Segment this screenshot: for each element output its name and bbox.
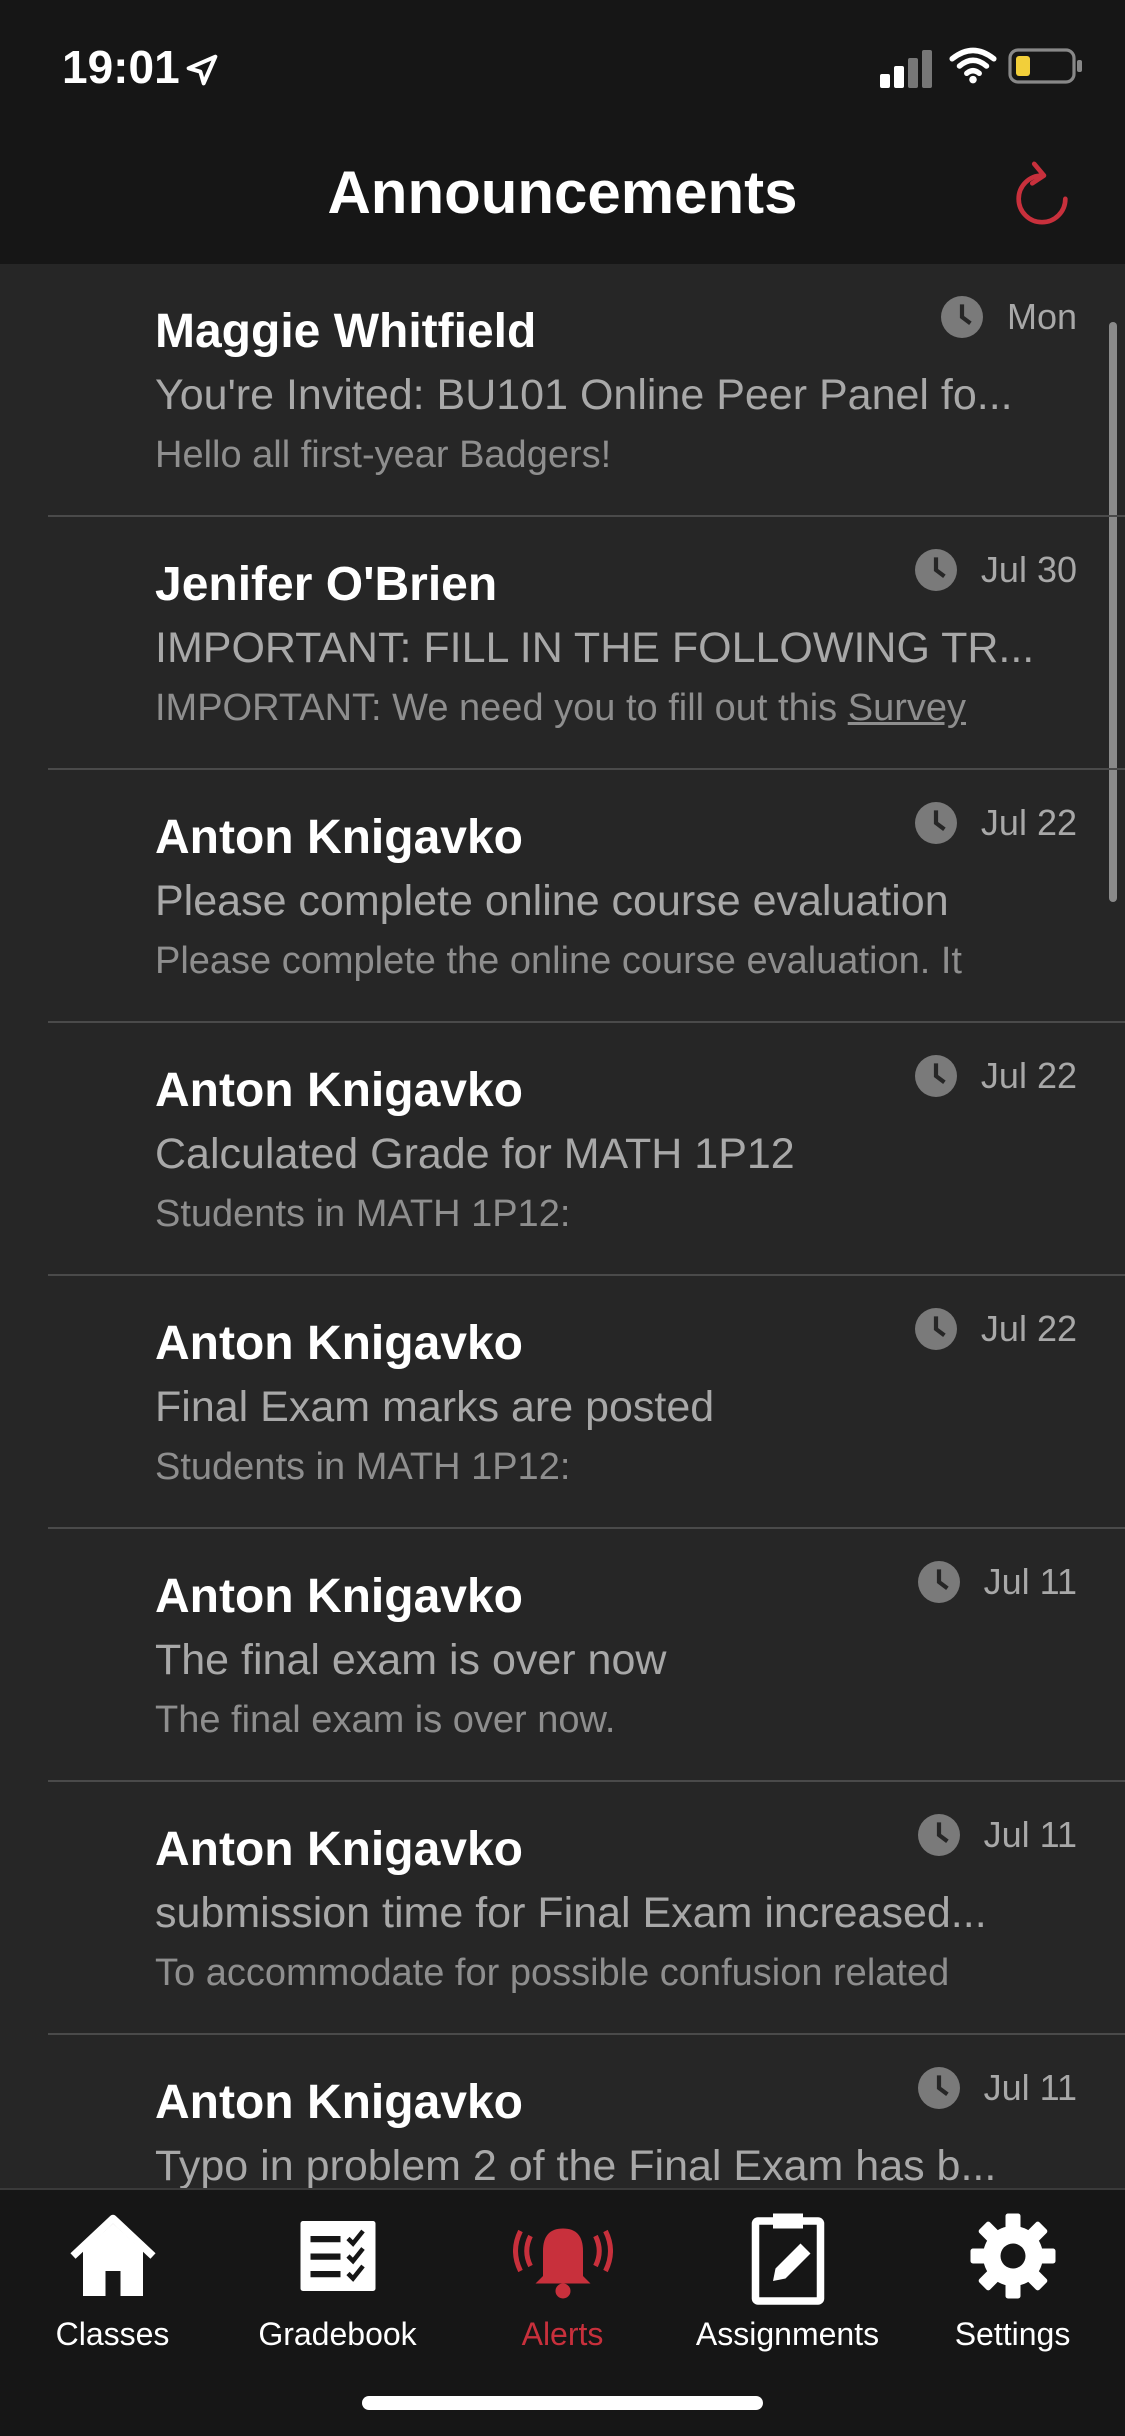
date-text: Jul 11: [983, 1561, 1077, 1602]
clock-icon: [914, 802, 957, 844]
author-name: Jenifer O'Brien: [155, 558, 498, 611]
gear-icon: [970, 2213, 1055, 2299]
subject: Final Exam marks are posted: [155, 1383, 715, 1431]
date-text: Jul 30: [980, 549, 1077, 590]
tab-classes[interactable]: Classes: [0, 2206, 225, 2353]
list-item[interactable]: Anton Knigavko Jul 11 Typo in problem 2 …: [48, 2035, 1125, 2188]
survey-link[interactable]: Survey: [848, 687, 966, 729]
date-label: Jul 30: [914, 549, 1077, 591]
subject: The final exam is over now: [155, 1636, 667, 1684]
author-name: Anton Knigavko: [155, 811, 523, 864]
date-text: Jul 22: [980, 1055, 1077, 1096]
wifi-icon: [949, 47, 997, 84]
date-text: Jul 22: [980, 1308, 1077, 1349]
date-text: Jul 22: [980, 802, 1077, 843]
date-label: Jul 22: [914, 1055, 1077, 1097]
tab-label: Classes: [55, 2316, 170, 2352]
top-bar: 19:01 Announcements: [0, 0, 1125, 264]
tab-label: Alerts: [521, 2316, 604, 2352]
tab-alerts[interactable]: Alerts: [450, 2206, 675, 2353]
author-name: Anton Knigavko: [155, 1570, 523, 1623]
date-label: Jul 22: [914, 802, 1077, 844]
tab-gradebook[interactable]: Gradebook: [225, 2206, 450, 2353]
house-icon: [69, 2214, 156, 2296]
clock-icon: [914, 1055, 957, 1097]
list-item[interactable]: Maggie Whitfield Mon You're Invited: BU1…: [48, 264, 1125, 517]
date-text: Jul 11: [983, 1814, 1077, 1855]
list-item[interactable]: Anton Knigavko Jul 22 Please complete on…: [48, 770, 1125, 1023]
announcement-list[interactable]: Maggie Whitfield Mon You're Invited: BU1…: [0, 264, 1125, 2188]
location-arrow-icon: [186, 54, 218, 86]
preview: IMPORTANT: We need you to fill out this …: [155, 687, 1120, 730]
list-item[interactable]: Anton Knigavko Jul 22 Calculated Grade f…: [48, 1023, 1125, 1276]
date-label: Mon: [940, 296, 1077, 338]
subject: Calculated Grade for MATH 1P12: [155, 1130, 795, 1178]
preview: Please complete the online course evalua…: [155, 940, 962, 982]
preview: The final exam is over now.: [155, 1699, 616, 1741]
tab-assignments[interactable]: Assignments: [675, 2206, 900, 2353]
tab-label: Assignments: [695, 2316, 880, 2352]
cellular-signal-icon: [880, 50, 932, 88]
author-name: Anton Knigavko: [155, 1317, 523, 1370]
clock-icon: [917, 1561, 960, 1603]
list-item[interactable]: Anton Knigavko Jul 22 Final Exam marks a…: [48, 1276, 1125, 1529]
page-title: Announcements: [327, 159, 798, 226]
subject: Please complete online course evaluation: [155, 877, 949, 925]
preview: Students in MATH 1P12:: [155, 1193, 571, 1235]
battery-icon: [1008, 48, 1082, 84]
tab-settings[interactable]: Settings: [900, 2206, 1125, 2353]
preview: Hello all first-year Badgers!: [155, 434, 612, 476]
list-item[interactable]: Anton Knigavko Jul 11 submission time fo…: [48, 1782, 1125, 2035]
subject: IMPORTANT: FILL IN THE FOLLOWING TR...: [155, 624, 1035, 672]
clipboard-edit-icon: [751, 2213, 824, 2305]
status-time: 19:01: [62, 41, 180, 93]
subject: submission time for Final Exam increased…: [155, 1889, 987, 1937]
subject: You're Invited: BU101 Online Peer Panel …: [155, 371, 1013, 419]
clock-icon: [914, 1308, 957, 1350]
tab-label: Settings: [954, 2316, 1071, 2352]
list-item[interactable]: Anton Knigavko Jul 11 The final exam is …: [48, 1529, 1125, 1782]
clock-icon: [917, 2067, 960, 2109]
home-indicator[interactable]: [362, 2396, 763, 2410]
clock-icon: [914, 549, 957, 591]
date-label: Jul 11: [917, 2067, 1077, 2109]
clock-icon: [940, 296, 983, 338]
date-text: Jul 11: [983, 2067, 1077, 2108]
tab-label: Gradebook: [258, 2316, 417, 2352]
author-name: Anton Knigavko: [155, 1064, 523, 1117]
date-label: Jul 22: [914, 1308, 1077, 1350]
author-name: Maggie Whitfield: [155, 305, 537, 358]
preview: To accommodate for possible confusion re…: [155, 1952, 950, 1994]
date-label: Jul 11: [917, 1814, 1077, 1856]
subject: Typo in problem 2 of the Final Exam has …: [155, 2142, 997, 2188]
author-name: Anton Knigavko: [155, 1823, 523, 1876]
clock-icon: [917, 1814, 960, 1856]
preview: Students in MATH 1P12:: [155, 1446, 571, 1488]
list-item[interactable]: Jenifer O'Brien Jul 30 IMPORTANT: FILL I…: [48, 517, 1125, 770]
bell-icon: [512, 2228, 613, 2299]
gradebook-icon: [300, 2221, 375, 2291]
date-text: Mon: [1006, 296, 1077, 337]
date-label: Jul 11: [917, 1561, 1077, 1603]
refresh-icon[interactable]: [1010, 160, 1074, 230]
preview-text: IMPORTANT: We need you to fill out this: [155, 687, 848, 729]
author-name: Anton Knigavko: [155, 2076, 523, 2129]
